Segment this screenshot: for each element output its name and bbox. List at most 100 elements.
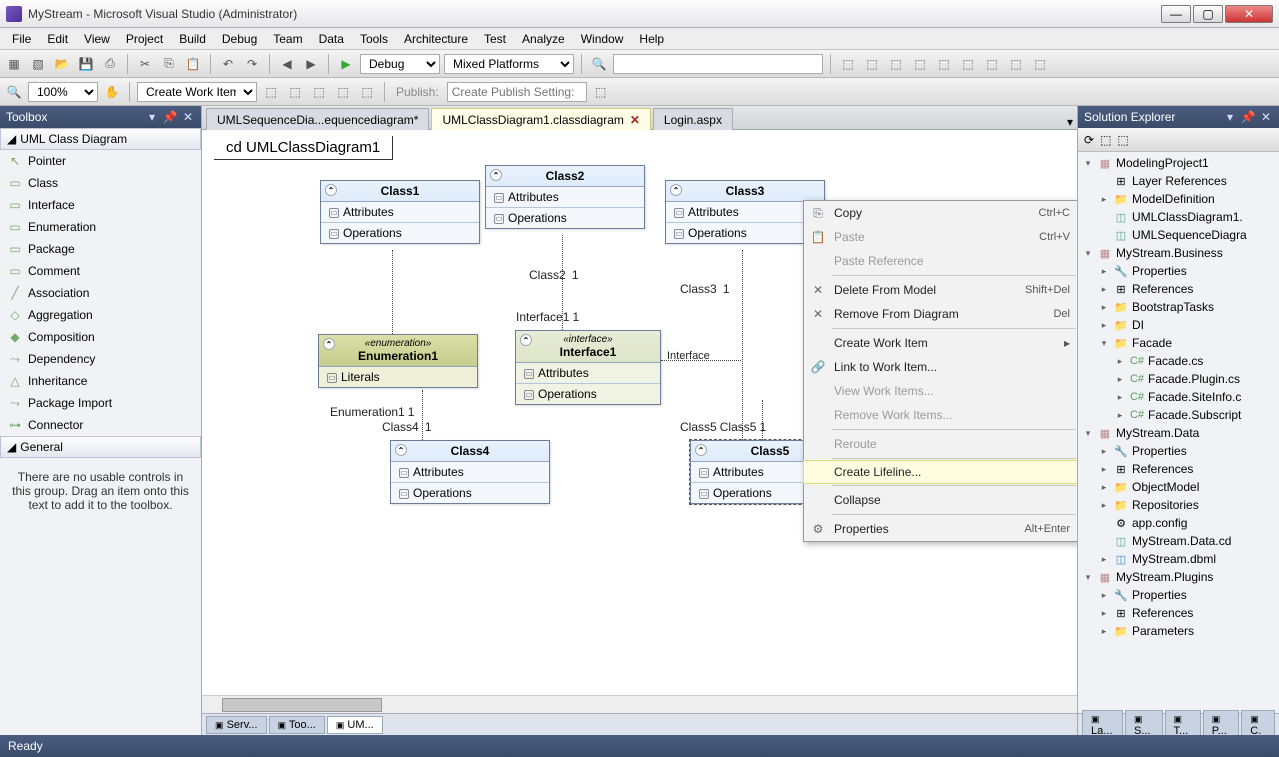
new-project-button[interactable]: ▦ <box>4 54 24 74</box>
menu-data[interactable]: Data <box>311 30 352 48</box>
collapse-icon[interactable]: ⌃ <box>670 184 682 196</box>
workitem-select[interactable]: Create Work Item <box>137 82 257 102</box>
bottom-tab[interactable]: ▣ Serv... <box>206 716 267 734</box>
collapse-icon[interactable]: ⌃ <box>325 184 337 196</box>
collapse-icon[interactable]: ⌃ <box>395 444 407 456</box>
menu-team[interactable]: Team <box>265 30 310 48</box>
toolbox-category-general[interactable]: ◢General <box>0 436 201 458</box>
wi-btn-1[interactable]: ⬚ <box>261 82 281 102</box>
scrollbar-thumb[interactable] <box>222 698 382 712</box>
nav-fwd-button[interactable]: ▶ <box>301 54 321 74</box>
ctx-copy[interactable]: ⎘CopyCtrl+C <box>804 201 1077 225</box>
find-button[interactable]: 🔍 <box>589 54 609 74</box>
collapse-icon[interactable]: ⌃ <box>695 444 707 456</box>
tb-btn-8[interactable]: ⬚ <box>1006 54 1026 74</box>
tb-btn-6[interactable]: ⬚ <box>958 54 978 74</box>
bottom-tab[interactable]: ▣ S... <box>1125 710 1163 736</box>
uml-enumeration1[interactable]: ⌃«enumeration»Enumeration1 ▭Literals <box>318 334 478 388</box>
menu-build[interactable]: Build <box>171 30 214 48</box>
tree-node[interactable]: ▾▦MyStream.Business <box>1078 244 1279 262</box>
toolbox-item-package[interactable]: ▭Package <box>0 238 201 260</box>
uml-class4[interactable]: ⌃Class4 ▭Attributes ▭Operations <box>390 440 550 504</box>
wi-btn-5[interactable]: ⬚ <box>357 82 377 102</box>
ctx-delete-from-model[interactable]: ✕Delete From ModelShift+Del <box>804 278 1077 302</box>
tree-node[interactable]: ▸C#Facade.Plugin.cs <box>1078 370 1279 388</box>
toolbox-item-inheritance[interactable]: △Inheritance <box>0 370 201 392</box>
expand-icon[interactable]: ▸ <box>1098 266 1110 277</box>
expand-icon[interactable]: ▸ <box>1098 500 1110 511</box>
tree-node[interactable]: ▸🔧Properties <box>1078 262 1279 280</box>
tree-node[interactable]: ▸📁Parameters <box>1078 622 1279 640</box>
tab-umlsequencediaequencediagram[interactable]: UMLSequenceDia...equencediagram* <box>206 108 429 130</box>
tree-node[interactable]: ▸🔧Properties <box>1078 442 1279 460</box>
expand-icon[interactable]: ▸ <box>1098 608 1110 619</box>
collapse-icon[interactable]: ⌃ <box>520 334 532 346</box>
expand-icon[interactable]: ▾ <box>1082 428 1094 439</box>
menu-help[interactable]: Help <box>631 30 672 48</box>
toolbox-item-connector[interactable]: ⊶Connector <box>0 414 201 436</box>
expand-icon[interactable]: ▸ <box>1098 446 1110 457</box>
ctx-properties[interactable]: ⚙PropertiesAlt+Enter <box>804 517 1077 541</box>
tree-node[interactable]: ▸⊞References <box>1078 280 1279 298</box>
tb-btn-9[interactable]: ⬚ <box>1030 54 1050 74</box>
tree-node[interactable]: ▾▦MyStream.Plugins <box>1078 568 1279 586</box>
ctx-link-to-work-item-[interactable]: 🔗Link to Work Item... <box>804 355 1077 379</box>
solx-btn-3[interactable]: ⬚ <box>1117 133 1128 147</box>
ctx-collapse[interactable]: Collapse <box>804 488 1077 512</box>
toolbox-category-uml[interactable]: ◢UML Class Diagram <box>0 128 201 150</box>
tree-node[interactable]: ▸C#Facade.cs <box>1078 352 1279 370</box>
ctx-create-lifeline-[interactable]: Create Lifeline... <box>803 460 1077 484</box>
tree-node[interactable]: ▸⊞References <box>1078 604 1279 622</box>
expand-icon[interactable]: ▸ <box>1114 392 1126 403</box>
minimize-button[interactable]: — <box>1161 5 1191 23</box>
toolbox-item-aggregation[interactable]: ◇Aggregation <box>0 304 201 326</box>
bottom-tab[interactable]: ▣ UM... <box>327 716 383 734</box>
nav-back-button[interactable]: ◀ <box>277 54 297 74</box>
solx-dropdown-icon[interactable]: ▾ <box>1223 110 1237 124</box>
menu-analyze[interactable]: Analyze <box>514 30 573 48</box>
wi-btn-4[interactable]: ⬚ <box>333 82 353 102</box>
expand-icon[interactable]: ▸ <box>1098 590 1110 601</box>
bottom-tab[interactable]: ▣ La... <box>1082 710 1123 736</box>
tree-node[interactable]: ▸C#Facade.Subscript <box>1078 406 1279 424</box>
cut-button[interactable]: ✂ <box>135 54 155 74</box>
config-select[interactable]: Debug <box>360 54 440 74</box>
undo-button[interactable]: ↶ <box>218 54 238 74</box>
uml-class2[interactable]: ⌃Class2 ▭Attributes ▭Operations <box>485 165 645 229</box>
menu-view[interactable]: View <box>76 30 118 48</box>
menu-file[interactable]: File <box>4 30 39 48</box>
expand-icon[interactable]: ▾ <box>1098 338 1110 349</box>
tree-node[interactable]: ▾▦MyStream.Data <box>1078 424 1279 442</box>
start-debug-button[interactable]: ▶ <box>336 54 356 74</box>
toolbox-item-enumeration[interactable]: ▭Enumeration <box>0 216 201 238</box>
tree-node[interactable]: ⚙app.config <box>1078 514 1279 532</box>
bottom-tab[interactable]: ▣ C. <box>1241 710 1275 736</box>
expand-icon[interactable]: ▸ <box>1114 356 1126 367</box>
expand-icon[interactable]: ▸ <box>1098 482 1110 493</box>
solx-btn-2[interactable]: ⬚ <box>1100 133 1111 147</box>
zoom-select[interactable]: 100% <box>28 82 98 102</box>
ctx-create-work-item[interactable]: Create Work Item▸ <box>804 331 1077 355</box>
bottom-tab[interactable]: ▣ T... <box>1165 710 1201 736</box>
menu-project[interactable]: Project <box>118 30 171 48</box>
tree-node[interactable]: ◫MyStream.Data.cd <box>1078 532 1279 550</box>
expand-icon[interactable]: ▸ <box>1098 284 1110 295</box>
zoom-tool-button[interactable]: 🔍 <box>4 82 24 102</box>
expand-icon[interactable]: ▾ <box>1082 158 1094 169</box>
uml-class1[interactable]: ⌃Class1 ▭Attributes ▭Operations <box>320 180 480 244</box>
wi-btn-2[interactable]: ⬚ <box>285 82 305 102</box>
diagram-canvas[interactable]: cd UMLClassDiagram1 ⌃Class1 ▭Attributes … <box>202 130 1077 695</box>
tb-btn-5[interactable]: ⬚ <box>934 54 954 74</box>
tb-btn-4[interactable]: ⬚ <box>910 54 930 74</box>
tb-btn-1[interactable]: ⬚ <box>838 54 858 74</box>
expand-icon[interactable]: ▸ <box>1098 194 1110 205</box>
expand-icon[interactable]: ▸ <box>1098 320 1110 331</box>
toolbox-pin-icon[interactable]: 📌 <box>163 110 177 124</box>
tb-btn-7[interactable]: ⬚ <box>982 54 1002 74</box>
tree-node[interactable]: ▸📁ObjectModel <box>1078 478 1279 496</box>
open-button[interactable]: 📂 <box>52 54 72 74</box>
expand-icon[interactable]: ▸ <box>1098 302 1110 313</box>
tabs-dropdown-button[interactable]: ▾ <box>1067 115 1073 129</box>
tree-node[interactable]: ⊞Layer References <box>1078 172 1279 190</box>
redo-button[interactable]: ↷ <box>242 54 262 74</box>
